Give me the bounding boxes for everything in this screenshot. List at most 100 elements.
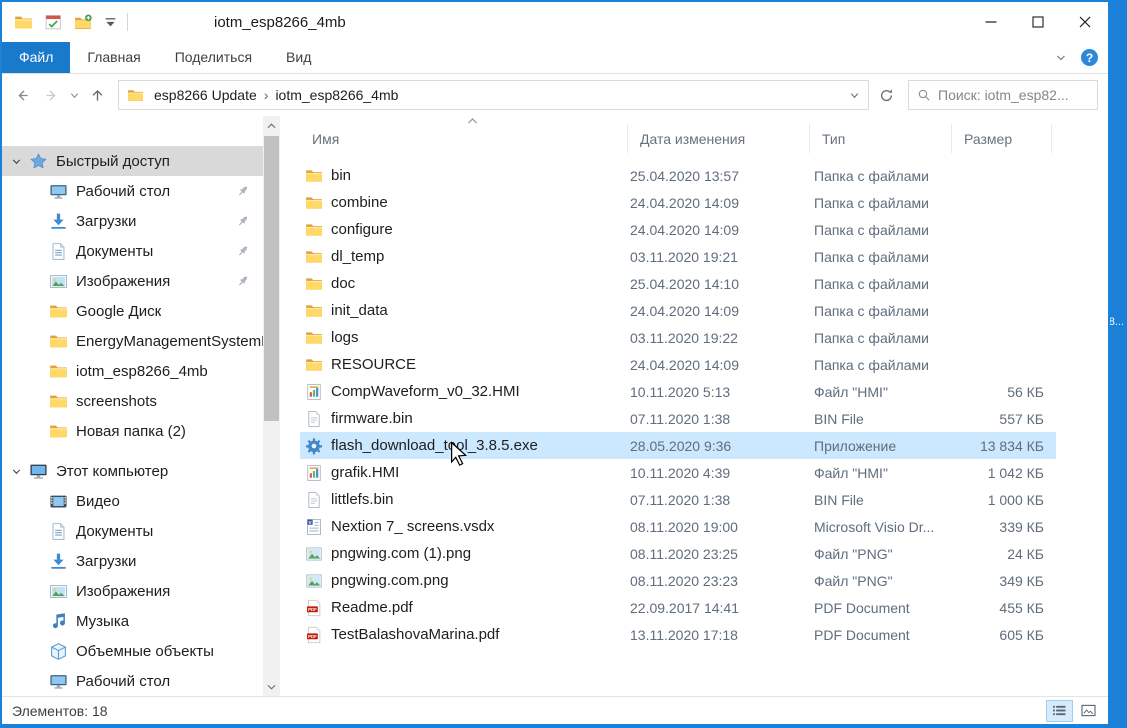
sidebar-item-this-pc[interactable]: Этот компьютер xyxy=(2,456,263,486)
file-row-configure[interactable]: configure24.04.2020 14:09Папка с файлами xyxy=(300,216,1056,243)
sidebar-item-pictures-2[interactable]: Изображения xyxy=(2,576,263,606)
exe-icon xyxy=(305,437,323,455)
sidebar-item-screenshots[interactable]: screenshots xyxy=(2,386,263,416)
file-row-resource[interactable]: RESOURCE24.04.2020 14:09Папка с файлами xyxy=(300,351,1056,378)
column-header-name[interactable]: Имя xyxy=(300,124,628,153)
tab-view[interactable]: Вид xyxy=(269,42,328,73)
sidebar-item-desktop[interactable]: Рабочий стол xyxy=(2,176,263,206)
sidebar-item-iotm-esp8266-4mb[interactable]: iotm_esp8266_4mb xyxy=(2,356,263,386)
sidebar-item-videos[interactable]: Видео xyxy=(2,486,263,516)
file-name-cell: init_data xyxy=(300,302,628,320)
file-row-littlefs-bin[interactable]: littlefs.bin07.11.2020 1:38BIN File1 000… xyxy=(300,486,1056,513)
expand-chevron-icon[interactable] xyxy=(10,155,23,168)
app-folder-icon[interactable] xyxy=(14,13,33,32)
maximize-button[interactable] xyxy=(1014,2,1061,42)
file-row-flash-download-tool-3-8-5-exe[interactable]: flash_download_tool_3.8.5.exe28.05.2020 … xyxy=(300,432,1056,459)
file-date: 03.11.2020 19:21 xyxy=(628,249,810,265)
file-row-firmware-bin[interactable]: firmware.bin07.11.2020 1:38BIN File557 К… xyxy=(300,405,1056,432)
file-row-init-data[interactable]: init_data24.04.2020 14:09Папка с файлами xyxy=(300,297,1056,324)
sidebar-item-downloads-2[interactable]: Загрузки xyxy=(2,546,263,576)
tab-share[interactable]: Поделиться xyxy=(158,42,269,73)
sidebar-item-3d-objects[interactable]: Объемные объекты xyxy=(2,636,263,666)
file-row-readme-pdf[interactable]: PDFReadme.pdf22.09.2017 14:41PDF Documen… xyxy=(300,594,1056,621)
sidebar-item-label: Новая папка (2) xyxy=(76,423,186,440)
file-row-grafik-hmi[interactable]: grafik.HMI10.11.2020 4:39Файл "HMI"1 042… xyxy=(300,459,1056,486)
file-date: 13.11.2020 17:18 xyxy=(628,627,810,643)
tab-file[interactable]: Файл xyxy=(2,42,70,73)
file-row-bin[interactable]: bin25.04.2020 13:57Папка с файлами xyxy=(300,162,1056,189)
file-date: 03.11.2020 19:22 xyxy=(628,330,810,346)
file-row-doc[interactable]: doc25.04.2020 14:10Папка с файлами xyxy=(300,270,1056,297)
file-row-testbalashovamarina-pdf[interactable]: PDFTestBalashovaMarina.pdf13.11.2020 17:… xyxy=(300,621,1056,648)
folder-icon xyxy=(305,194,323,212)
sidebar-item-google-drive[interactable]: Google Диск xyxy=(2,296,263,326)
file-type: Файл "HMI" xyxy=(810,465,952,481)
file-name: init_data xyxy=(331,302,388,319)
sidebar-item-pictures[interactable]: Изображения xyxy=(2,266,263,296)
address-dropdown-button[interactable] xyxy=(840,81,868,109)
file-name-cell: combine xyxy=(300,194,628,212)
thumbnails-view-button[interactable] xyxy=(1075,700,1102,722)
file-date: 08.11.2020 23:23 xyxy=(628,573,810,589)
breadcrumb-item-1[interactable]: iotm_esp8266_4mb xyxy=(270,87,403,103)
up-arrow-icon xyxy=(89,87,106,104)
folder-icon xyxy=(305,356,323,374)
scroll-up-arrow[interactable] xyxy=(263,117,280,134)
sidebar-item-quick-access[interactable]: Быстрый доступ xyxy=(2,146,263,176)
sidebar-item-documents-2[interactable]: Документы xyxy=(2,516,263,546)
details-view-button[interactable] xyxy=(1046,700,1073,722)
sidebar-scrollbar[interactable] xyxy=(263,116,280,696)
address-bar[interactable]: esp8266 Update›iotm_esp8266_4mb xyxy=(118,80,869,110)
sidebar-item-downloads[interactable]: Загрузки xyxy=(2,206,263,236)
sidebar-item-documents[interactable]: Документы xyxy=(2,236,263,266)
back-button[interactable] xyxy=(8,81,37,110)
sidebar-item-new-folder-2[interactable]: Новая папка (2) xyxy=(2,416,263,446)
refresh-button[interactable] xyxy=(871,80,901,110)
recent-locations-dropdown[interactable] xyxy=(66,81,83,110)
search-input[interactable]: Поиск: iotm_esp82... xyxy=(908,80,1098,110)
scroll-down-arrow[interactable] xyxy=(263,678,280,695)
sidebar-item-label: Документы xyxy=(76,523,153,540)
svg-text:PDF: PDF xyxy=(308,606,317,611)
breadcrumb-item-0[interactable]: esp8266 Update xyxy=(149,87,262,103)
file-name: TestBalashovaMarina.pdf xyxy=(331,626,499,643)
forward-button[interactable] xyxy=(37,81,66,110)
file-date: 28.05.2020 9:36 xyxy=(628,438,810,454)
folder-icon xyxy=(49,392,68,411)
column-header-type[interactable]: Тип xyxy=(810,124,952,153)
file-row-pngwing-com-png[interactable]: pngwing.com.png08.11.2020 23:23Файл "PNG… xyxy=(300,567,1056,594)
column-header-date[interactable]: Дата изменения xyxy=(628,124,810,153)
minimize-button[interactable] xyxy=(967,2,1014,42)
file-type: Файл "PNG" xyxy=(810,573,952,589)
properties-icon[interactable] xyxy=(44,13,63,32)
scrollbar-thumb[interactable] xyxy=(264,136,279,421)
sidebar-item-music[interactable]: Музыка xyxy=(2,606,263,636)
downloads-icon xyxy=(49,552,68,571)
folder-icon xyxy=(305,329,323,347)
sidebar-item-energy-management[interactable]: EnergyManagementSystemN xyxy=(2,326,263,356)
file-row-nextion-7-screens-vsdx[interactable]: VNextion 7_ screens.vsdx08.11.2020 19:00… xyxy=(300,513,1056,540)
file-row-dl-temp[interactable]: dl_temp03.11.2020 19:21Папка с файлами xyxy=(300,243,1056,270)
expand-chevron-icon[interactable] xyxy=(10,465,23,478)
file-row-compwaveform-v0-32-hmi[interactable]: CompWaveform_v0_32.HMI10.11.2020 5:13Фай… xyxy=(300,378,1056,405)
file-row-logs[interactable]: logs03.11.2020 19:22Папка с файлами xyxy=(300,324,1056,351)
file-name-cell: flash_download_tool_3.8.5.exe xyxy=(300,437,628,455)
file-name-cell: CompWaveform_v0_32.HMI xyxy=(300,383,628,401)
customize-quick-access-icon[interactable] xyxy=(104,16,117,29)
folder-icon xyxy=(49,332,68,351)
file-row-combine[interactable]: combine24.04.2020 14:09Папка с файлами xyxy=(300,189,1056,216)
pin-icon xyxy=(235,274,250,289)
sidebar-item-label: Видео xyxy=(76,493,120,510)
sidebar-item-label: Загрузки xyxy=(76,553,136,570)
up-button[interactable] xyxy=(83,81,112,110)
expand-ribbon-chevron-icon[interactable] xyxy=(1054,51,1068,65)
new-folder-icon[interactable] xyxy=(74,13,93,32)
file-size: 605 КБ xyxy=(952,627,1052,643)
tab-home[interactable]: Главная xyxy=(70,42,157,73)
close-button[interactable] xyxy=(1061,2,1108,42)
visio-icon: V xyxy=(305,518,323,536)
column-header-size[interactable]: Размер xyxy=(952,124,1052,153)
help-button[interactable]: ? xyxy=(1081,49,1098,66)
file-row-pngwing-com-1-png[interactable]: pngwing.com (1).png08.11.2020 23:25Файл … xyxy=(300,540,1056,567)
sidebar-item-desktop-2[interactable]: Рабочий стол xyxy=(2,666,263,696)
